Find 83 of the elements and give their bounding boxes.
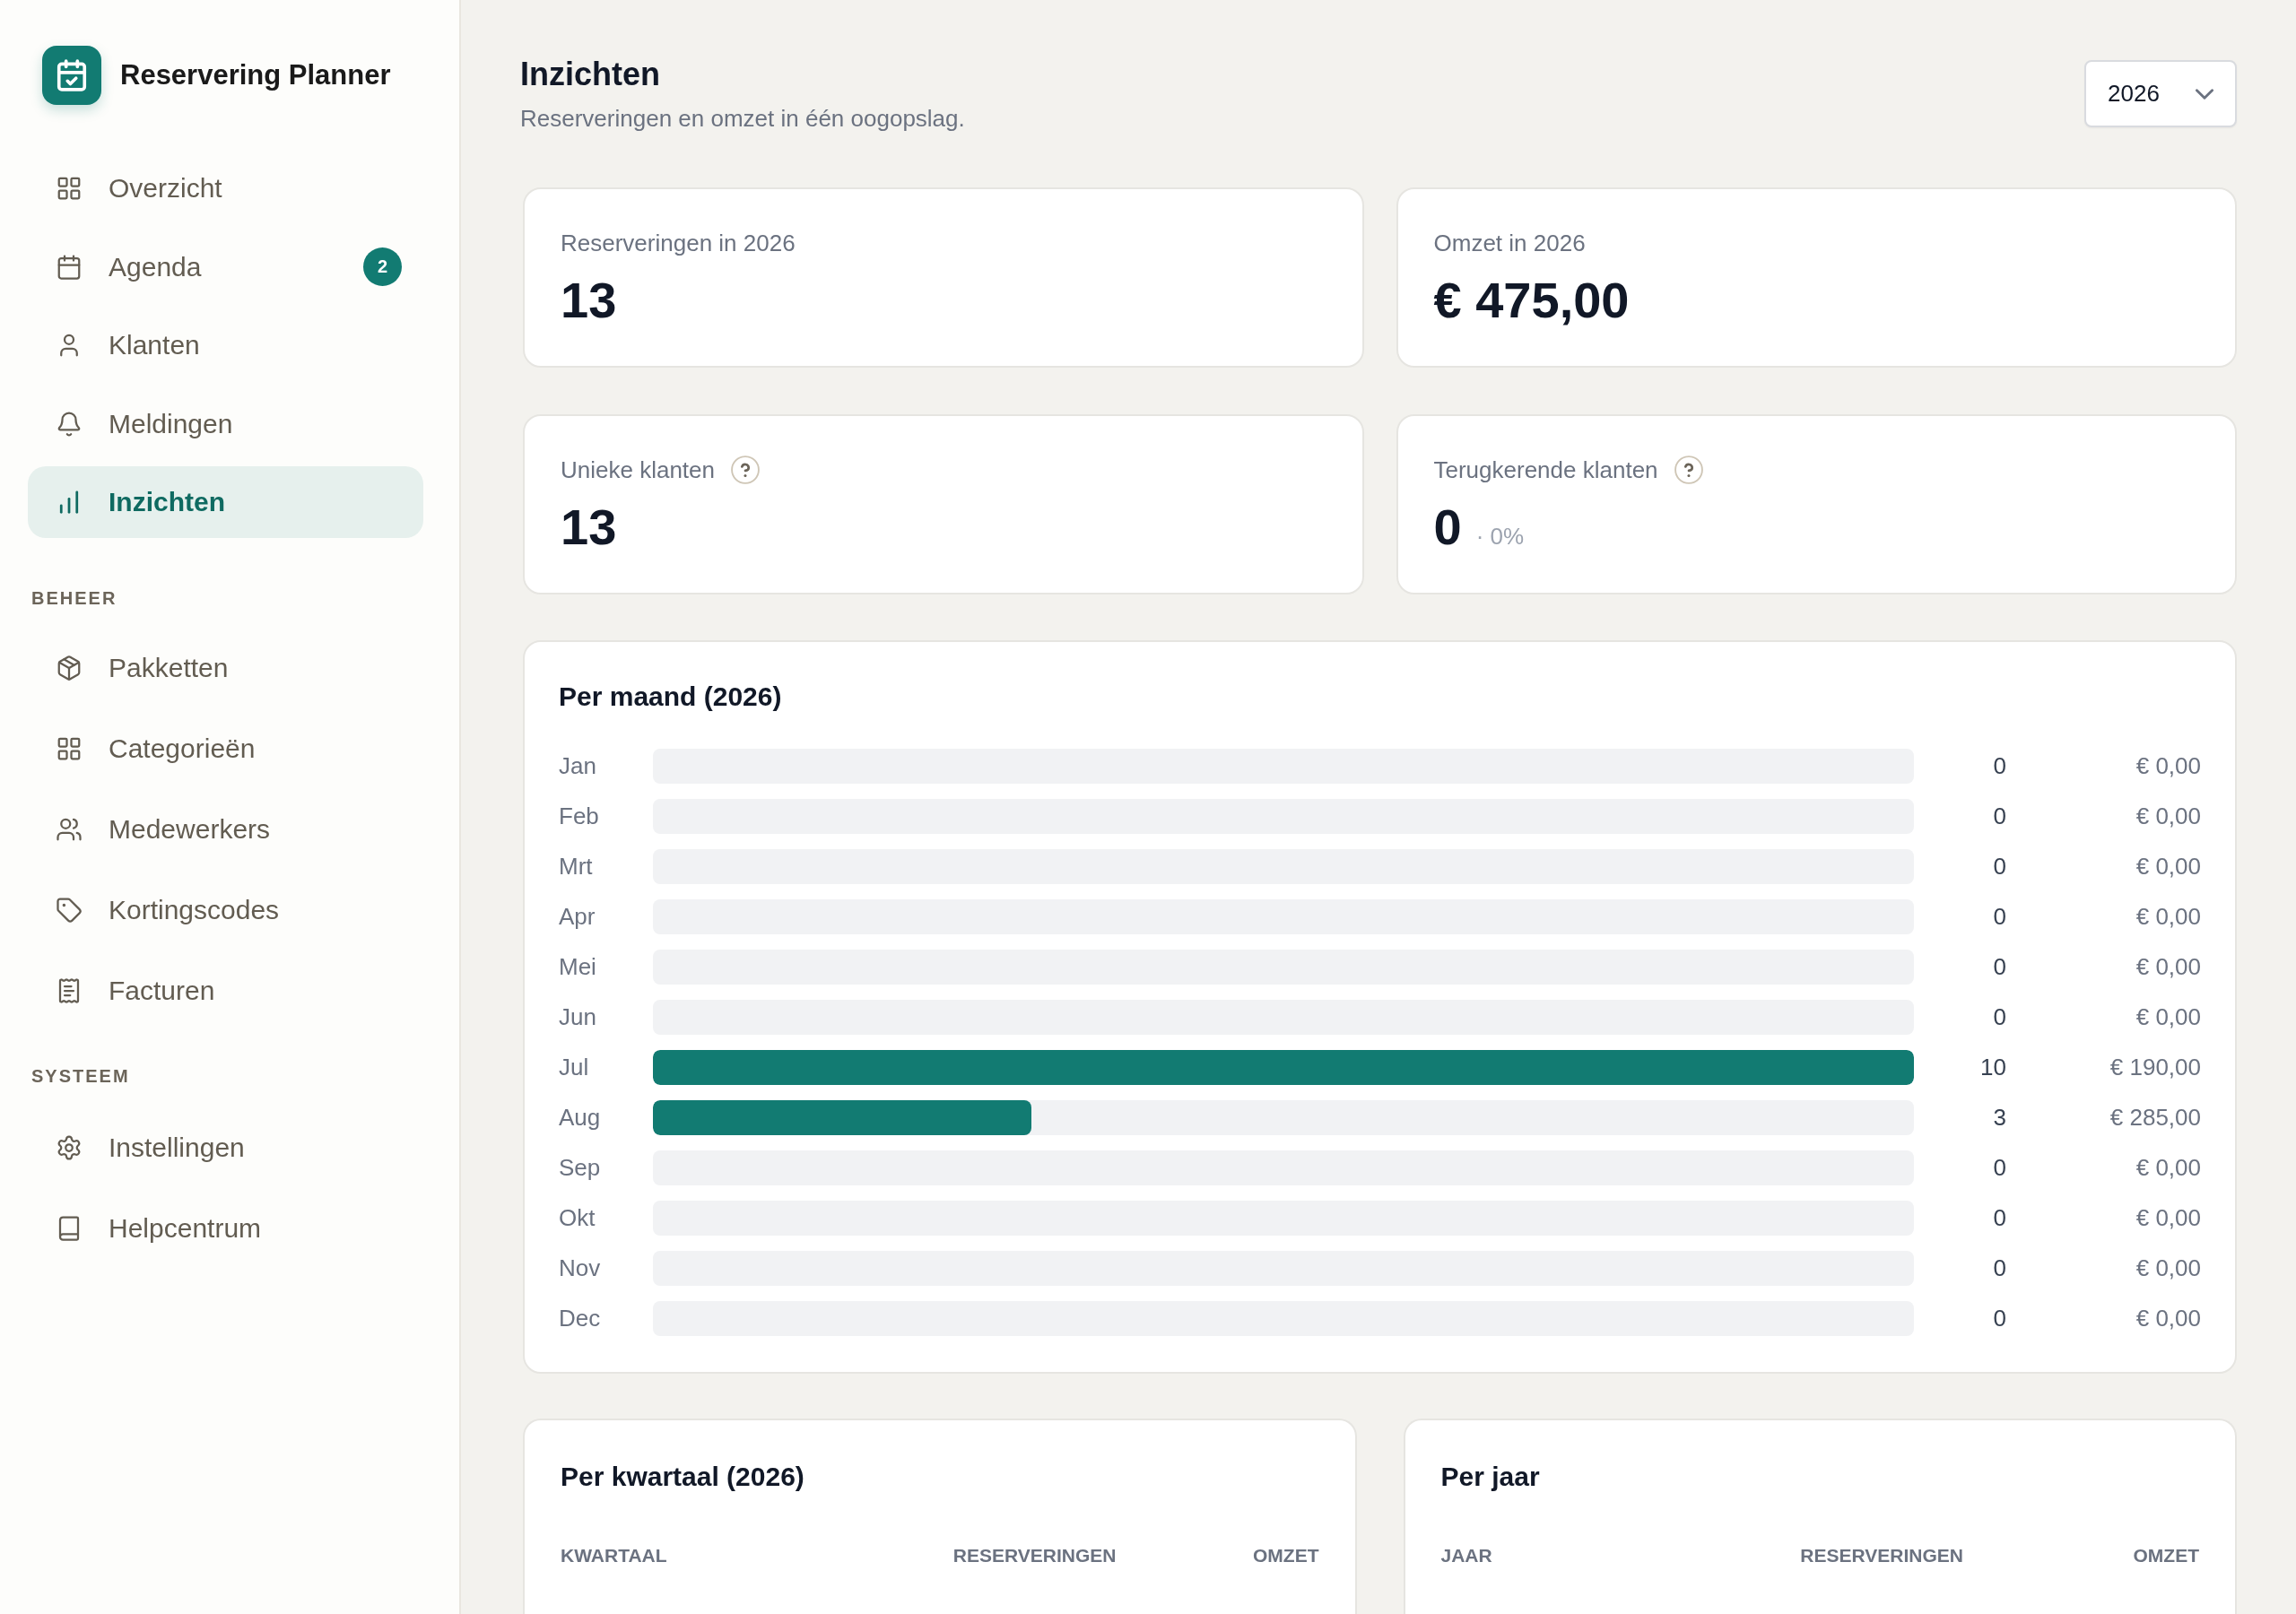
revenue-amount: € 0,00 bbox=[2135, 803, 2201, 830]
revenue-amount: € 0,00 bbox=[2135, 1003, 2201, 1031]
stat-value: 13 bbox=[561, 499, 617, 556]
nav-item[interactable]: Helpcentrum bbox=[28, 1193, 423, 1264]
revenue-amount: € 0,00 bbox=[2135, 903, 2201, 931]
revenue-amount: € 0,00 bbox=[2135, 953, 2201, 981]
booking-count: 0 bbox=[1992, 1305, 2006, 1332]
nav-item[interactable]: Klanten bbox=[28, 309, 423, 381]
booking-count: 3 bbox=[1992, 1104, 2006, 1132]
stat-label: Reserveringen in 2026 bbox=[561, 229, 796, 257]
column-header: KWARTAAL bbox=[561, 1544, 667, 1567]
month-label: Mei bbox=[559, 953, 597, 981]
nav-item[interactable]: Categorieën bbox=[28, 713, 423, 785]
nav-item[interactable]: Facturen bbox=[28, 955, 423, 1027]
page-subtitle: Reserveringen en omzet in één oogopslag. bbox=[520, 104, 965, 133]
revenue-amount: € 190,00 bbox=[2109, 1054, 2201, 1081]
stat-value: 0 bbox=[1433, 499, 1462, 556]
bell-icon bbox=[56, 410, 83, 438]
panel-title: Per jaar bbox=[1440, 1461, 1541, 1493]
booking-count: 0 bbox=[1992, 853, 2006, 881]
stat-label: Omzet in 2026 bbox=[1433, 229, 1586, 257]
booking-count: 0 bbox=[1992, 903, 2006, 931]
nav-item[interactable]: Inzichten bbox=[28, 466, 423, 538]
nav-item[interactable]: Agenda 2 bbox=[28, 230, 423, 303]
grid-icon bbox=[56, 175, 83, 202]
month-label: Aug bbox=[559, 1104, 602, 1132]
stat-label: Unieke klanten bbox=[561, 456, 715, 484]
month-label: Sep bbox=[559, 1154, 602, 1182]
grid-icon bbox=[56, 735, 83, 762]
revenue-amount: € 0,00 bbox=[2135, 1154, 2201, 1182]
nav-item[interactable]: Instellingen bbox=[28, 1112, 423, 1184]
tag-icon bbox=[56, 897, 83, 924]
column-header: RESERVERINGEN bbox=[952, 1544, 1117, 1567]
month-label: Feb bbox=[559, 803, 600, 830]
app-title: Reservering Planner bbox=[120, 59, 391, 91]
month-label: Dec bbox=[559, 1305, 602, 1332]
column-header: JAAR bbox=[1440, 1544, 1492, 1567]
booking-count: 0 bbox=[1992, 1154, 2006, 1182]
panel-title: Per maand (2026) bbox=[559, 681, 783, 713]
booking-count: 0 bbox=[1992, 752, 2006, 780]
count-badge: 2 bbox=[363, 247, 402, 286]
revenue-amount: € 0,00 bbox=[2135, 752, 2201, 780]
month-label: Jun bbox=[559, 1003, 597, 1031]
calendar-check-icon bbox=[42, 46, 101, 105]
month-label: Okt bbox=[559, 1204, 596, 1232]
nav-item[interactable]: Overzicht bbox=[28, 152, 423, 224]
section-heading: BEHEER bbox=[30, 587, 118, 609]
section-heading: SYSTEEM bbox=[30, 1065, 131, 1087]
revenue-amount: € 285,00 bbox=[2109, 1104, 2201, 1132]
month-label: Nov bbox=[559, 1254, 602, 1282]
users-icon bbox=[56, 816, 83, 843]
calendar-icon bbox=[56, 253, 83, 281]
stat-value: 13 bbox=[561, 272, 617, 329]
stat-label: Terugkerende klanten bbox=[1433, 456, 1658, 484]
column-header: OMZET bbox=[1253, 1544, 1319, 1567]
box-icon bbox=[56, 655, 83, 681]
revenue-amount: € 0,00 bbox=[2135, 1204, 2201, 1232]
nav-item[interactable]: Kortingscodes bbox=[28, 874, 423, 946]
month-label: Apr bbox=[559, 903, 596, 931]
revenue-amount: € 0,00 bbox=[2135, 1254, 2201, 1282]
booking-count: 0 bbox=[1992, 1254, 2006, 1282]
year-select[interactable]: 2026 bbox=[2084, 60, 2237, 127]
nav-item[interactable]: Meldingen bbox=[28, 387, 423, 460]
stat-note: · 0% bbox=[1475, 523, 1525, 551]
booking-count: 0 bbox=[1992, 803, 2006, 830]
revenue-amount: € 0,00 bbox=[2135, 853, 2201, 881]
booking-count: 0 bbox=[1992, 953, 2006, 981]
month-label: Jul bbox=[559, 1054, 590, 1081]
page-title: Inzichten bbox=[520, 55, 661, 94]
nav-item[interactable]: Pakketten bbox=[28, 632, 423, 704]
booking-count: 0 bbox=[1992, 1204, 2006, 1232]
column-header: RESERVERINGEN bbox=[1800, 1544, 1963, 1567]
month-label: Jan bbox=[559, 752, 597, 780]
chevron-down-icon bbox=[2196, 88, 2213, 100]
revenue-amount: € 0,00 bbox=[2135, 1305, 2201, 1332]
panel-title: Per kwartaal (2026) bbox=[561, 1461, 805, 1493]
nav-item[interactable]: Medewerkers bbox=[28, 794, 423, 865]
booking-count: 10 bbox=[1979, 1054, 2006, 1081]
column-header: OMZET bbox=[2133, 1544, 2199, 1567]
settings-icon bbox=[56, 1134, 83, 1161]
booking-count: 0 bbox=[1992, 1003, 2006, 1031]
month-label: Mrt bbox=[559, 853, 594, 881]
stat-value: € 475,00 bbox=[1433, 272, 1630, 329]
